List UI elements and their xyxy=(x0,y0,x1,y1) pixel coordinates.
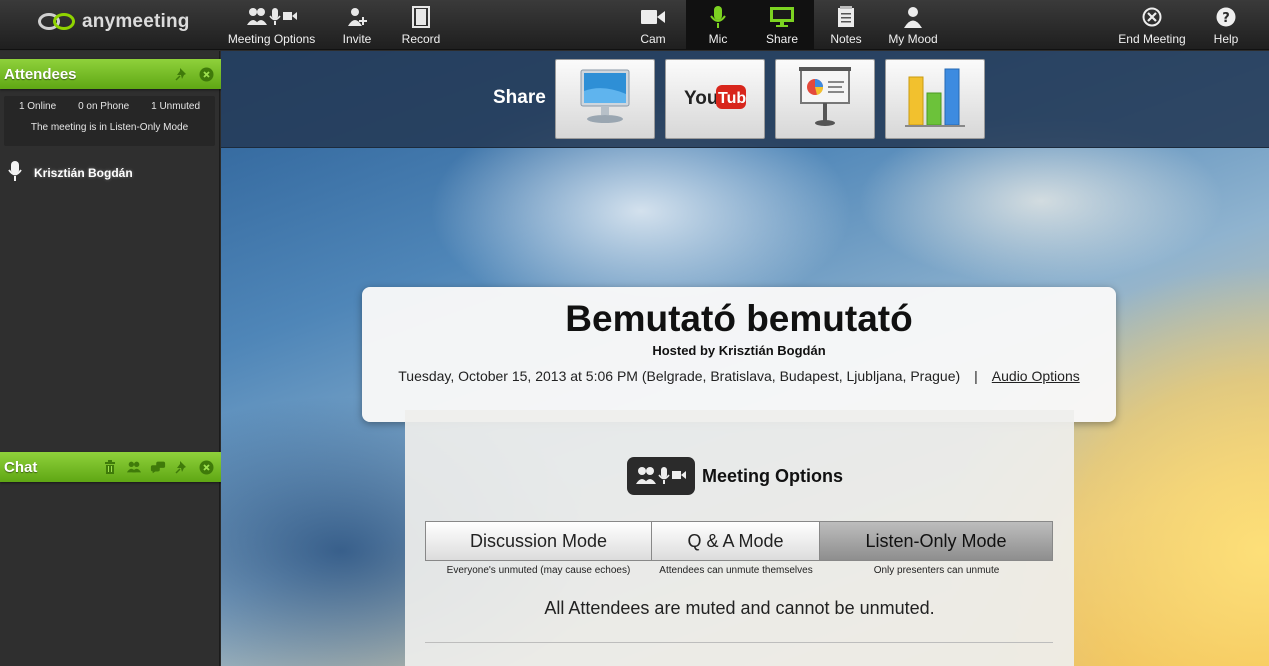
chat-bubbles-icon[interactable] xyxy=(150,459,166,475)
attendee-stats: 1 Online 0 on Phone 1 Unmuted The meetin… xyxy=(4,96,215,146)
monitor-icon xyxy=(573,66,637,132)
meeting-options-button[interactable]: Meeting Options xyxy=(227,0,316,50)
mode-status-text: All Attendees are muted and cannot be un… xyxy=(544,598,935,618)
help-circle-icon: ? xyxy=(1216,4,1236,30)
pin-icon[interactable] xyxy=(174,459,190,475)
share-bar: Share You Tube xyxy=(221,51,1269,148)
camera-icon xyxy=(640,4,666,30)
logo-icon xyxy=(38,11,78,33)
notes-label: Notes xyxy=(830,32,862,46)
svg-text:You: You xyxy=(684,88,718,109)
share-youtube-tile[interactable]: You Tube xyxy=(665,59,765,139)
divider xyxy=(425,642,1053,643)
invite-button[interactable]: Invite xyxy=(338,0,376,50)
attendee-item[interactable]: Krisztián Bogdán xyxy=(8,160,133,186)
left-sidebar: Attendees 1 Online 0 on Phone 1 Unmuted … xyxy=(0,51,224,666)
pin-icon[interactable] xyxy=(174,66,190,82)
mic-button[interactable]: Mic xyxy=(686,0,750,50)
record-button[interactable]: Record xyxy=(399,0,443,50)
presentation-icon xyxy=(797,65,853,133)
notes-icon xyxy=(837,4,855,30)
on-phone-count: 0 on Phone xyxy=(78,101,130,112)
share-toolbar-button[interactable]: Share xyxy=(750,0,814,50)
people-icon[interactable] xyxy=(126,459,142,475)
chat-panel-header[interactable]: Chat xyxy=(0,452,224,482)
film-icon xyxy=(411,4,431,30)
meeting-host: Hosted by Krisztián Bogdán xyxy=(652,343,826,358)
attendee-name: Krisztián Bogdán xyxy=(34,166,133,180)
close-circle-icon[interactable] xyxy=(198,459,214,475)
qa-mode-description: Attendees can unmute themselves xyxy=(659,565,813,576)
mic-icon xyxy=(8,160,22,186)
meeting-mode-text: The meeting is in Listen-Only Mode xyxy=(30,122,189,133)
meeting-options-title: Meeting Options xyxy=(702,465,843,486)
share-screen-tile[interactable] xyxy=(555,59,655,139)
invite-label: Invite xyxy=(342,32,372,46)
add-person-icon xyxy=(346,4,368,30)
meeting-options-panel: Meeting Options Discussion Mode Q & A Mo… xyxy=(405,410,1074,666)
monitor-icon xyxy=(769,4,795,30)
close-circle-icon xyxy=(1142,4,1162,30)
notes-button[interactable]: Notes xyxy=(826,0,866,50)
discussion-mode-description: Everyone's unmuted (may cause echoes) xyxy=(446,565,631,576)
close-circle-icon[interactable] xyxy=(198,66,214,82)
audio-options-link[interactable]: Audio Options xyxy=(992,368,1080,384)
person-icon xyxy=(903,4,923,30)
mic-label: Mic xyxy=(708,32,728,46)
cam-label: Cam xyxy=(640,32,666,46)
meeting-options-icon xyxy=(627,457,695,495)
chat-title: Chat xyxy=(4,458,38,476)
help-label: Help xyxy=(1213,32,1239,46)
meeting-options-label: Meeting Options xyxy=(227,32,316,46)
mic-icon xyxy=(710,4,726,30)
meeting-options-heading: Meeting Options xyxy=(627,457,843,495)
youtube-icon: You Tube xyxy=(683,82,755,116)
unmuted-count: 1 Unmuted xyxy=(151,101,201,112)
share-presentation-tile[interactable] xyxy=(775,59,875,139)
svg-text:?: ? xyxy=(1222,11,1230,26)
top-toolbar: anymeeting Meeting Options Invite Record… xyxy=(0,0,1269,50)
help-button[interactable]: ? Help xyxy=(1208,0,1244,50)
attendees-title: Attendees xyxy=(4,65,77,83)
end-meeting-button[interactable]: End Meeting xyxy=(1116,0,1188,50)
share-label: Share xyxy=(493,87,546,108)
meeting-options-icon xyxy=(246,4,298,30)
attendees-panel-header[interactable]: Attendees xyxy=(0,59,224,89)
my-mood-button[interactable]: My Mood xyxy=(884,0,942,50)
meeting-stage: Share You Tube xyxy=(221,51,1269,666)
meeting-info-card: Bemutató bemutató Hosted by Krisztián Bo… xyxy=(362,287,1116,422)
record-label: Record xyxy=(401,32,441,46)
meeting-title: Bemutató bemutató xyxy=(565,298,913,339)
trash-icon[interactable] xyxy=(102,459,118,475)
qa-mode-button[interactable]: Q & A Mode xyxy=(652,521,820,561)
listen-only-mode-button[interactable]: Listen-Only Mode xyxy=(820,521,1053,561)
share-chart-tile[interactable] xyxy=(885,59,985,139)
cam-button[interactable]: Cam xyxy=(630,0,676,50)
logo-text: anymeeting xyxy=(82,11,190,32)
discussion-mode-button[interactable]: Discussion Mode xyxy=(425,521,652,561)
meeting-datetime: Tuesday, October 15, 2013 at 5:06 PM (Be… xyxy=(398,368,961,384)
svg-text:Tube: Tube xyxy=(718,90,747,107)
meeting-datetime-row: Tuesday, October 15, 2013 at 5:06 PM (Be… xyxy=(362,368,1116,384)
separator: | xyxy=(974,368,978,384)
share-toolbar-label: Share xyxy=(765,32,799,46)
mode-selector: Discussion Mode Q & A Mode Listen-Only M… xyxy=(425,521,1053,561)
bar-chart-icon xyxy=(903,65,967,133)
end-meeting-label: End Meeting xyxy=(1118,32,1186,46)
anymeeting-logo: anymeeting xyxy=(38,11,190,33)
my-mood-label: My Mood xyxy=(888,32,938,46)
online-count: 1 Online xyxy=(18,101,57,112)
listen-only-mode-description: Only presenters can unmute xyxy=(873,565,1000,576)
